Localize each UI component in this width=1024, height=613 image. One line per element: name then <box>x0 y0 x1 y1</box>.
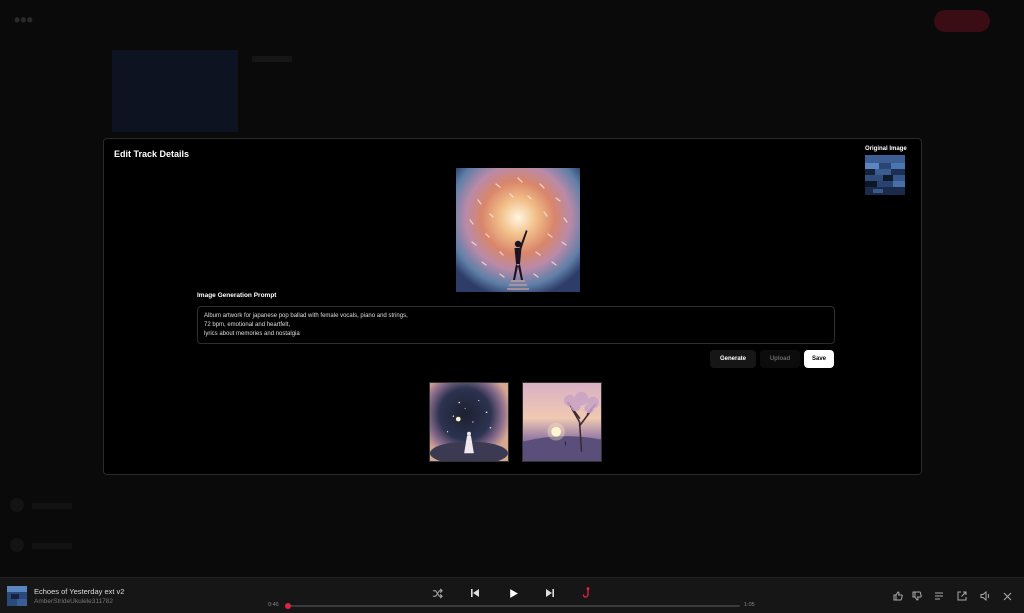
duration-time: 1:05 <box>744 602 755 608</box>
app-logo: ••• <box>14 10 33 30</box>
original-image-label: Original Image <box>865 146 907 152</box>
external-link-icon[interactable] <box>956 590 968 602</box>
volume-icon[interactable] <box>979 590 991 602</box>
edit-track-modal: Edit Track Details Original Image Image … <box>103 138 922 475</box>
background-avatar <box>10 538 24 552</box>
play-icon[interactable] <box>506 586 520 600</box>
thumbs-up-icon[interactable] <box>892 590 904 602</box>
skip-forward-icon[interactable] <box>543 586 557 600</box>
modal-title: Edit Track Details <box>114 149 190 159</box>
original-image-panel: Original Image <box>865 146 913 195</box>
skip-back-icon[interactable] <box>468 586 482 600</box>
background-subtitle <box>252 56 292 62</box>
background-line <box>32 503 72 509</box>
close-icon[interactable] <box>1001 590 1013 602</box>
prompt-label: Image Generation Prompt <box>197 292 277 299</box>
player-bar: Echoes of Yesterday ext v2 AmberStrideUk… <box>0 577 1024 613</box>
track-title[interactable]: Echoes of Yesterday ext v2 <box>34 587 124 596</box>
prompt-textarea[interactable]: Album artwork for japanese pop ballad wi… <box>197 306 835 344</box>
save-button[interactable]: Save <box>804 350 834 368</box>
upload-button[interactable]: Upload <box>760 350 800 368</box>
hook-icon[interactable] <box>580 586 594 600</box>
generated-image-option[interactable] <box>429 382 509 462</box>
elapsed-time: 0:46 <box>268 602 279 608</box>
now-playing-thumbnail[interactable] <box>7 586 27 606</box>
album-artwork <box>456 168 580 292</box>
background-line <box>32 543 72 549</box>
shuffle-icon[interactable] <box>430 586 444 600</box>
thumbs-down-icon[interactable] <box>911 590 923 602</box>
progress-bar[interactable] <box>285 603 740 609</box>
background-cta-button <box>934 10 990 32</box>
background-avatar <box>10 498 24 512</box>
artist-name[interactable]: AmberStrideUkulele311782 <box>34 598 113 605</box>
progress-knob[interactable] <box>285 603 291 609</box>
generate-button[interactable]: Generate <box>710 350 756 368</box>
original-image[interactable] <box>865 155 905 195</box>
queue-icon[interactable] <box>933 590 945 602</box>
generated-image-option[interactable] <box>522 382 602 462</box>
background-cover <box>112 50 238 132</box>
